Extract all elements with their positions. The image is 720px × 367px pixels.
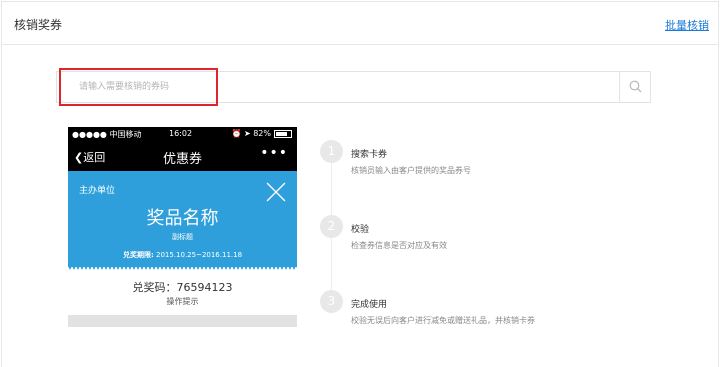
search-box [56,71,651,103]
step-number: 2 [320,215,343,238]
location-icon: ➤ [243,129,251,138]
alarm-icon: ⏰ [231,129,242,138]
coupon-zigzag-edge [68,266,297,270]
step-description: 校验无误后向客户进行减免或赠送礼品，并核销卡券 [351,316,535,325]
operation-hint: 操作提示 [166,297,199,306]
step-description: 核销员输入由客户提供的奖品券号 [351,166,471,175]
coupon-code-input[interactable] [57,72,621,102]
batch-verify-link[interactable]: 批量核销 [665,17,709,33]
step-number: 3 [320,290,343,313]
step-title: 搜索卡券 [351,150,388,160]
panel-header: 核销奖券 批量核销 [2,2,718,45]
step-title: 完成使用 [351,300,388,310]
battery-icon [274,130,292,138]
nav-bar: ❮返回 优惠券 ••• [68,141,297,171]
step-3: 3 完成使用 校验无误后向客户进行减免或赠送礼品，并核销卡券 [320,290,620,330]
coupon-card: 主办单位 奖品名称 副标题 兑奖期限: 2015.10.25~2016.11.1… [68,171,297,270]
step-2: 2 校验 检查券信息是否对应及有效 [320,215,620,255]
carrier-label: ●●●●● 中国移动 [72,130,142,139]
phone-preview: ●●●●● 中国移动 16:02 ⏰ ➤ 82% ❮返回 优惠券 ••• 主办单… [68,127,297,270]
coupon-subtitle: 副标题 [172,233,193,241]
step-number: 1 [320,140,343,163]
coupon-organizer: 主办单位 [79,186,116,196]
close-icon[interactable] [266,182,286,202]
status-time: 16:02 [169,129,193,138]
search-icon [629,80,642,93]
status-bar: ●●●●● 中国移动 16:02 ⏰ ➤ 82% [68,127,297,141]
coupon-prize-name: 奖品名称 [146,208,219,229]
battery-percent: ⏰ ➤ 82% [231,129,271,138]
placeholder-bar [68,315,297,327]
search-button[interactable] [619,72,650,102]
coupon-period: 兑奖期限: 2015.10.25~2016.11.18 [122,251,243,259]
page-title: 核销奖券 [14,18,63,32]
step-description: 检查券信息是否对应及有效 [351,241,447,250]
redeem-code: 兑奖码：76594123 [132,281,233,294]
more-icon[interactable]: ••• [260,145,288,161]
step-1: 1 搜索卡券 核销员输入由客户提供的奖品券号 [320,140,620,180]
step-title: 校验 [351,225,370,235]
